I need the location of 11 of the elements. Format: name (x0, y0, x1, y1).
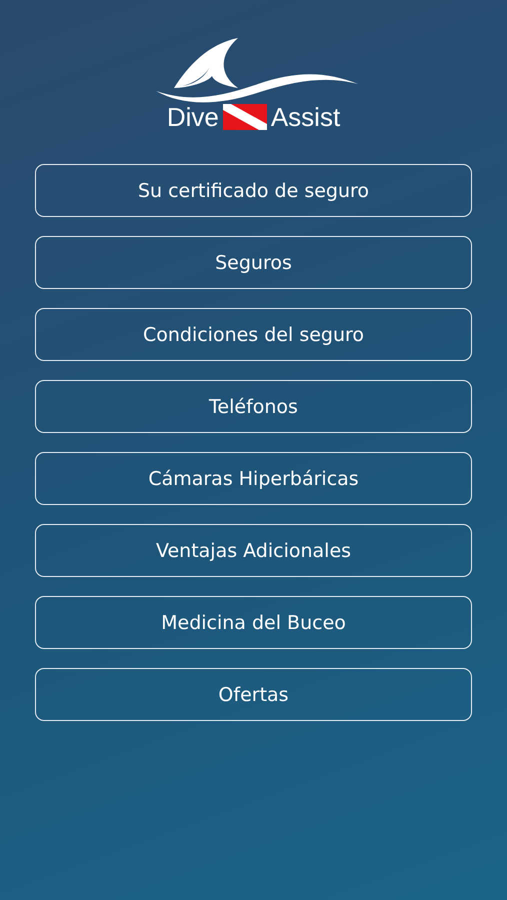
menu-button[interactable]: Cámaras Hiperbáricas (35, 452, 472, 505)
logo-text: Assist (270, 102, 340, 132)
menu-button[interactable]: Teléfonos (35, 380, 472, 433)
menu-button[interactable]: Seguros (35, 236, 472, 289)
menu-button[interactable]: Ofertas (35, 668, 472, 721)
dive-flag-icon (222, 104, 267, 130)
logo-text: Dive (166, 102, 219, 132)
menu-button[interactable]: Ventajas Adicionales (35, 524, 472, 577)
menu-button[interactable]: Medicina del Buceo (35, 596, 472, 649)
menu-button[interactable]: Condiciones del seguro (35, 308, 472, 361)
menu-button[interactable]: Su certificado de seguro (35, 164, 472, 217)
